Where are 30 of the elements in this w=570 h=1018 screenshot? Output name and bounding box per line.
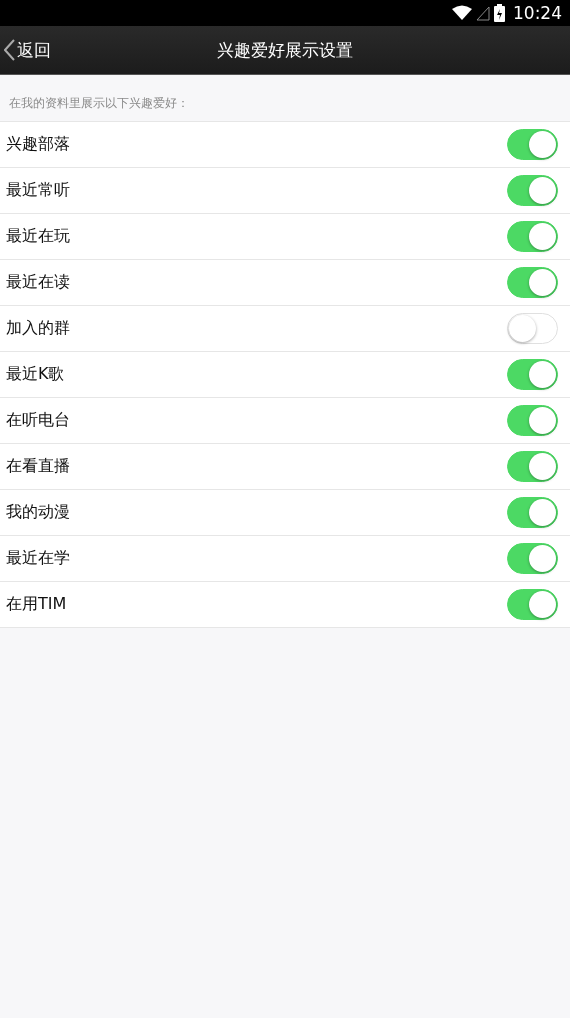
wifi-icon [452, 5, 472, 21]
setting-label: 最近在读 [6, 272, 70, 293]
chevron-left-icon [4, 39, 15, 61]
setting-label: 最近在玩 [6, 226, 70, 247]
setting-label: 最近K歌 [6, 364, 65, 385]
signal-icon [476, 5, 490, 21]
setting-label: 在看直播 [6, 456, 70, 477]
toggle-switch[interactable] [507, 589, 558, 620]
toggle-switch[interactable] [507, 129, 558, 160]
back-button[interactable]: 返回 [0, 38, 51, 62]
setting-label: 最近在学 [6, 548, 70, 569]
setting-label: 我的动漫 [6, 502, 70, 523]
status-time: 10:24 [513, 3, 562, 23]
toggle-switch[interactable] [507, 359, 558, 390]
setting-label: 加入的群 [6, 318, 70, 339]
toggle-switch[interactable] [507, 451, 558, 482]
toggle-switch[interactable] [507, 313, 558, 344]
toggle-switch[interactable] [507, 175, 558, 206]
setting-label: 最近常听 [6, 180, 70, 201]
page-title: 兴趣爱好展示设置 [217, 38, 353, 62]
section-hint: 在我的资料里展示以下兴趣爱好： [9, 95, 189, 112]
setting-label: 兴趣部落 [6, 134, 70, 155]
battery-icon [494, 4, 505, 22]
toggle-switch[interactable] [507, 221, 558, 252]
toggle-switch[interactable] [507, 497, 558, 528]
toggle-switch[interactable] [507, 267, 558, 298]
toggle-switch[interactable] [507, 543, 558, 574]
toggle-switch[interactable] [507, 405, 558, 436]
setting-label: 在听电台 [6, 410, 70, 431]
setting-label: 在用TIM [6, 594, 67, 615]
